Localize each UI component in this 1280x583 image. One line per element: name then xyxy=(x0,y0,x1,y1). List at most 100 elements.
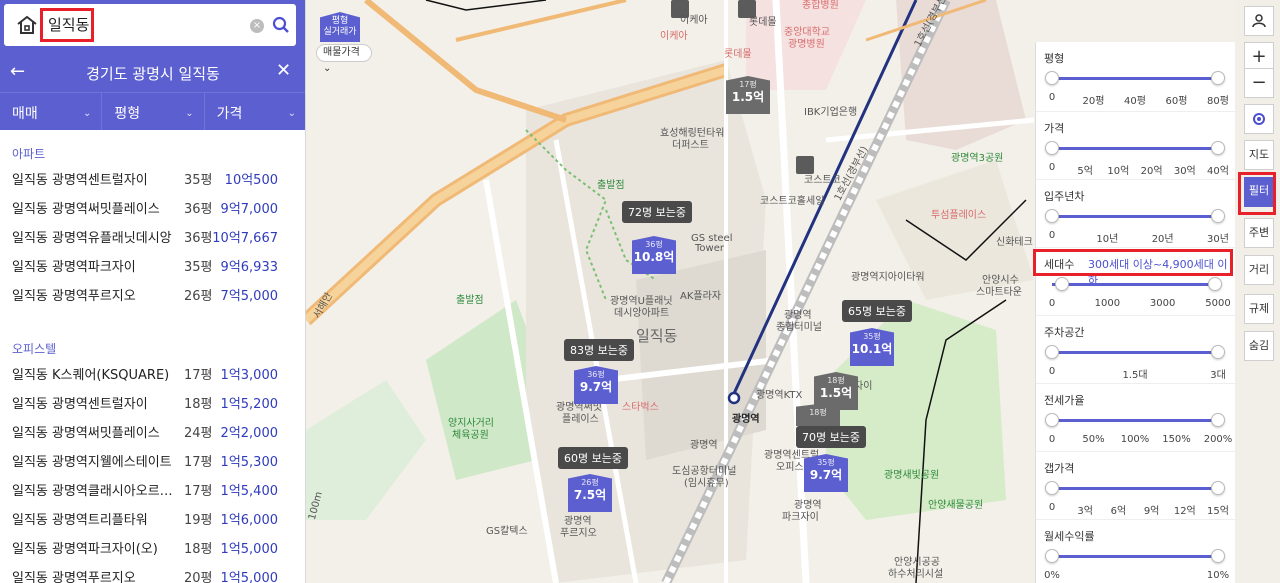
list-item[interactable]: 일직동 광명역파크자이 35평 9억6,933 xyxy=(0,253,305,282)
range-max-handle[interactable] xyxy=(1211,345,1225,359)
costco-label[interactable]: 코스트코홀세일 xyxy=(760,196,824,208)
clear-icon[interactable]: × xyxy=(250,19,264,33)
list-item[interactable]: 일직동 광명역써밋플레이스 36평 9억7,000 xyxy=(0,195,305,224)
zoom-out-button[interactable]: − xyxy=(1244,68,1274,98)
range-max-handle[interactable] xyxy=(1211,141,1225,155)
ak-plaza-label[interactable]: AK플라자 xyxy=(680,291,721,303)
distance-button[interactable]: 거리 xyxy=(1244,255,1274,285)
range-min-handle[interactable] xyxy=(1045,141,1059,155)
range-max-handle[interactable] xyxy=(1211,549,1225,563)
map-mode-button[interactable]: 평형 실거래가 xyxy=(320,12,360,42)
range-track[interactable] xyxy=(1052,419,1218,422)
terminal-complex-label-1[interactable]: 광명역 xyxy=(784,310,812,322)
price-marker-central[interactable]: 35평 10.1억 xyxy=(850,328,894,366)
range-track[interactable] xyxy=(1052,555,1218,558)
list-item[interactable]: 일직동 광명역클래시아오르… 17평 1억5,400 xyxy=(0,477,305,506)
range-min-handle[interactable] xyxy=(1054,277,1069,291)
list-item[interactable]: 일직동 K스퀘어(KSQUARE) 17평 1억3,000 xyxy=(0,361,305,390)
anyang-saemul-label[interactable]: 안양새물공원 xyxy=(928,500,983,512)
list-item[interactable]: 일직동 광명역써밋플레이스 24평 2억2,000 xyxy=(0,419,305,448)
airport-terminal-label-2[interactable]: 도심공항터미널 xyxy=(672,466,736,478)
person-icon[interactable] xyxy=(1244,6,1274,36)
trail-start-label-2[interactable]: 출발점 xyxy=(456,295,484,307)
price-marker-summit[interactable]: 36평 9.7억 xyxy=(574,366,618,404)
station3-park-label[interactable]: 광명역3공원 xyxy=(951,153,1003,165)
gs-tower-label-2[interactable]: Tower xyxy=(695,243,724,255)
hospital-label-1[interactable]: 중앙대학교 xyxy=(784,27,830,39)
range-min-handle[interactable] xyxy=(1045,345,1059,359)
uplanet-label-1[interactable]: 광명역U플래닛 xyxy=(610,296,673,308)
tuseom-label[interactable]: 투섬플레이스 xyxy=(931,210,986,222)
range-min-handle[interactable] xyxy=(1045,71,1059,85)
home-icon[interactable] xyxy=(16,15,38,35)
station-label[interactable]: 광명역 xyxy=(732,414,760,426)
search-box[interactable]: 일직동 × xyxy=(4,4,296,46)
lotte-store-icon[interactable] xyxy=(738,0,756,18)
range-max-handle[interactable] xyxy=(1211,71,1225,85)
range-max-handle[interactable] xyxy=(1211,209,1225,223)
filter-tab-2[interactable]: 가격 ⌄ xyxy=(205,93,305,130)
range-track[interactable] xyxy=(1052,147,1218,150)
parkxi-label-1[interactable]: 광명역 xyxy=(794,500,822,512)
sinhwa-label[interactable]: 신화테크 xyxy=(996,237,1033,249)
lotte-label[interactable]: 롯데몰 xyxy=(724,49,752,61)
costco-store-icon[interactable] xyxy=(796,156,814,174)
central-label-2[interactable]: 오피스 xyxy=(776,462,804,474)
range-max-handle[interactable] xyxy=(1211,481,1225,495)
ktower-label[interactable]: 광명역지아이타워 xyxy=(851,272,925,284)
price-type-select[interactable]: 매물가격 ⌄ xyxy=(316,44,372,74)
close-icon[interactable]: ✕ xyxy=(276,60,291,81)
list-item[interactable]: 일직동 광명역센트럴자이 18평 1억5,200 xyxy=(0,390,305,419)
price-marker-officetel-3[interactable]: 18평 xyxy=(796,404,840,426)
saebit-park-label[interactable]: 광명새빛공원 xyxy=(884,470,939,482)
ibk-label[interactable]: IBK기업은행 xyxy=(804,107,857,119)
anyang-smart-label-1[interactable]: 안양시수 xyxy=(982,275,1019,287)
prugio-label-1[interactable]: 광명역 xyxy=(564,516,592,528)
list-item[interactable]: 일직동 광명역파크자이(오) 18평 1억5,000 xyxy=(0,535,305,564)
hyosung-label-1[interactable]: 효성해링턴타워 xyxy=(660,128,724,140)
ikea-label[interactable]: 이케아 xyxy=(660,31,688,43)
prugio-label-2[interactable]: 푸르지오 xyxy=(560,528,597,540)
ktx-label[interactable]: 광명역KTX xyxy=(756,390,802,402)
price-marker-prugio[interactable]: 26평 7.5억 xyxy=(568,474,612,512)
price-marker-officetel-1[interactable]: 17평 1.5억 xyxy=(726,76,770,114)
list-item[interactable]: 일직동 광명역푸르지오 20평 1억5,000 xyxy=(0,564,305,583)
water-facility-label-1[interactable]: 안양시공공 xyxy=(894,557,940,569)
trail-start-label-1[interactable]: 출발점 xyxy=(597,180,625,192)
uplanet-label-2[interactable]: 데시앙아파트 xyxy=(614,308,669,320)
range-track[interactable] xyxy=(1052,77,1218,80)
yangji-label-2[interactable]: 체육공원 xyxy=(452,430,489,442)
search-input[interactable]: 일직동 xyxy=(40,8,94,42)
price-marker-uplanet[interactable]: 36평 10.8억 xyxy=(632,236,676,274)
terminal-complex-label-2[interactable]: 종합터미널 xyxy=(776,322,822,334)
hyosung-label-2[interactable]: 더퍼스트 xyxy=(672,140,709,152)
regulation-button[interactable]: 규제 xyxy=(1244,294,1274,324)
range-track[interactable] xyxy=(1052,283,1218,286)
list-item[interactable]: 일직동 광명역센트럴자이 35평 10억500 xyxy=(0,166,305,195)
map-view-button[interactable]: 지도 xyxy=(1244,140,1274,170)
summit-label-2[interactable]: 플레이스 xyxy=(562,414,599,426)
range-min-handle[interactable] xyxy=(1045,209,1059,223)
search-icon[interactable] xyxy=(272,16,290,34)
price-marker-officetel-2[interactable]: 18평 1.5억 xyxy=(814,372,858,410)
yangji-label-1[interactable]: 양지사거리 xyxy=(448,418,494,430)
parkxi-label-2[interactable]: 파크자이 xyxy=(782,512,819,524)
list-item[interactable]: 일직동 광명역푸르지오 26평 7억5,000 xyxy=(0,282,305,311)
range-track[interactable] xyxy=(1052,487,1218,490)
water-facility-label-2[interactable]: 하수처리시설 xyxy=(888,569,943,581)
range-max-handle[interactable] xyxy=(1207,277,1222,291)
range-min-handle[interactable] xyxy=(1045,413,1059,427)
hide-button[interactable]: 숨김 xyxy=(1244,331,1274,361)
range-min-handle[interactable] xyxy=(1045,549,1059,563)
range-track[interactable] xyxy=(1052,351,1218,354)
filter-tab-1[interactable]: 평형 ⌄ xyxy=(102,93,205,130)
list-item[interactable]: 일직동 광명역유플래닛데시앙 36평 10억7,667 xyxy=(0,224,305,253)
airport-terminal-label-1[interactable]: 광명역 xyxy=(690,440,718,452)
list-item[interactable]: 일직동 광명역지웰에스테이트 17평 1억5,300 xyxy=(0,448,305,477)
filter-tab-0[interactable]: 매매 ⌄ xyxy=(0,93,103,130)
price-marker-parkxi[interactable]: 35평 9.7억 xyxy=(804,454,848,492)
starbucks-label[interactable]: 스타벅스 xyxy=(622,402,659,414)
target-icon[interactable] xyxy=(1244,104,1274,134)
range-track[interactable] xyxy=(1052,215,1218,218)
gs-caltex-label[interactable]: GS칼텍스 xyxy=(486,526,528,538)
